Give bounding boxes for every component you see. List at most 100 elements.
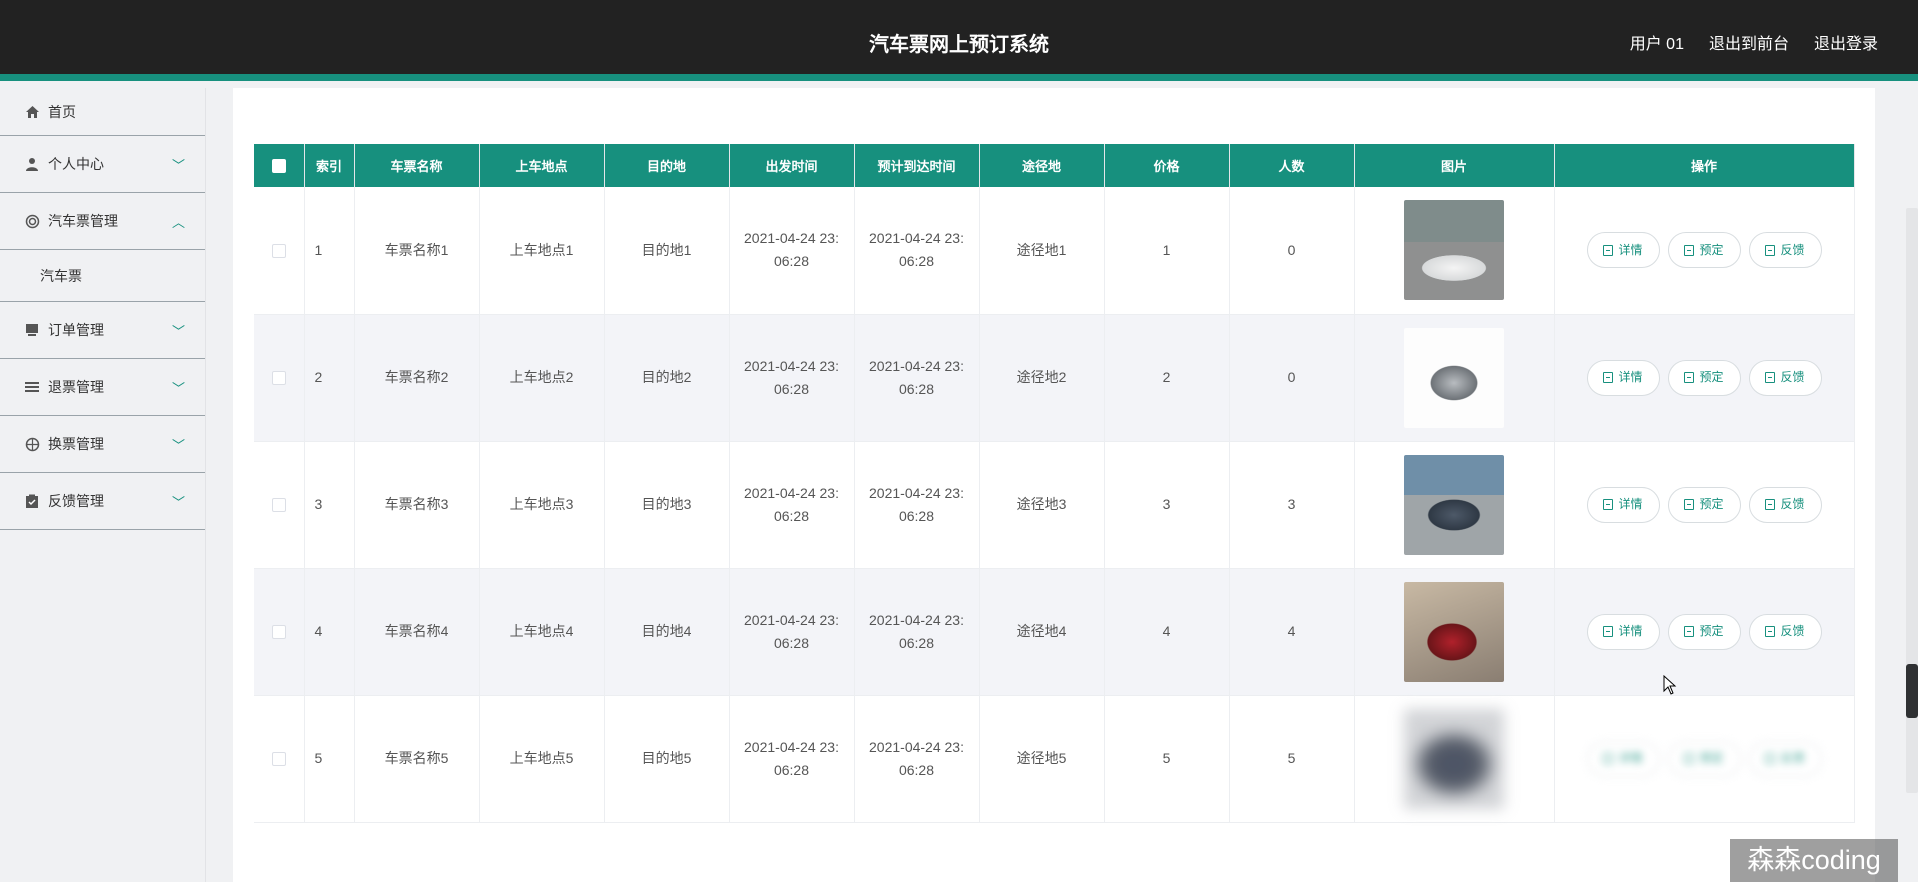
arrive-line1: 2021-04-24 23: <box>869 357 964 374</box>
sidebar-item-home[interactable]: 首页 <box>0 88 205 136</box>
detail-button[interactable]: 详情 <box>1586 232 1660 269</box>
depart-line1: 2021-04-24 23: <box>744 357 839 374</box>
cell-name: 车票名称4 <box>354 568 480 696</box>
select-all-checkbox[interactable] <box>271 159 286 174</box>
book-button[interactable]: 预定 <box>1667 359 1741 396</box>
detail-button[interactable]: 详情 <box>1586 486 1660 523</box>
header-actions: 用户 01 退出到前台 退出登录 <box>1630 30 1878 54</box>
table-row: 5 车票名称5 上车地点5 目的地5 2021-04-24 23: 06:28 2… <box>254 695 1855 823</box>
feedback-button[interactable]: 反馈 <box>1748 613 1822 650</box>
row-checkbox[interactable] <box>271 625 286 640</box>
cell-price: 1 <box>1104 187 1230 315</box>
circle-icon <box>24 213 40 229</box>
cell-count: 0 <box>1229 314 1355 442</box>
car-image[interactable] <box>1404 200 1504 301</box>
sidebar-item-exchange[interactable]: 换票管理 ﹀ <box>0 416 205 473</box>
cell-boarding: 上车地点2 <box>479 314 605 442</box>
cell-boarding: 上车地点5 <box>479 695 605 823</box>
document-icon <box>1684 499 1695 510</box>
book-button[interactable]: 预定 <box>1667 740 1741 777</box>
vertical-scrollbar[interactable] <box>1906 88 1918 882</box>
cell-via: 途径地1 <box>979 187 1105 315</box>
arrive-line2: 06:28 <box>898 253 935 270</box>
column-header: 上车地点 <box>479 144 605 187</box>
row-checkbox[interactable] <box>271 752 286 767</box>
sidebar-item-feedback[interactable]: 反馈管理 ﹀ <box>0 473 205 530</box>
cell-price: 5 <box>1104 695 1230 823</box>
car-image[interactable] <box>1404 454 1504 555</box>
column-header: 索引 <box>304 144 355 187</box>
cell-destination: 目的地4 <box>604 568 730 696</box>
sidebar-item-ticket-management[interactable]: 汽车票管理 ︿ <box>0 193 205 250</box>
book-button[interactable]: 预定 <box>1667 486 1741 523</box>
cell-name: 车票名称1 <box>354 187 480 315</box>
arrive-line2: 06:28 <box>898 380 935 397</box>
select-all-header[interactable] <box>254 144 305 187</box>
table-row: 1 车票名称1 上车地点1 目的地1 2021-04-24 23: 06:28 2… <box>254 187 1855 315</box>
cell-via: 途径地3 <box>979 441 1105 569</box>
detail-button[interactable]: 详情 <box>1586 740 1660 777</box>
cell-image <box>1354 187 1555 315</box>
feedback-button[interactable]: 反馈 <box>1748 486 1822 523</box>
column-header: 途径地 <box>979 144 1105 187</box>
book-label: 预定 <box>1699 624 1724 638</box>
car-image[interactable] <box>1404 708 1504 809</box>
depart-line2: 06:28 <box>773 253 810 270</box>
row-select-cell[interactable] <box>254 441 305 569</box>
home-icon <box>24 104 40 120</box>
cell-name: 车票名称2 <box>354 314 480 442</box>
column-header: 目的地 <box>604 144 730 187</box>
document-icon <box>1684 626 1695 637</box>
feedback-button[interactable]: 反馈 <box>1748 740 1822 777</box>
feedback-button[interactable]: 反馈 <box>1748 232 1822 269</box>
cell-actions: 详情 预定 反馈 <box>1554 568 1855 696</box>
depart-line1: 2021-04-24 23: <box>744 738 839 755</box>
cell-price: 3 <box>1104 441 1230 569</box>
sidebar-subitem-tickets[interactable]: 汽车票 <box>0 250 205 302</box>
list-icon <box>24 379 40 395</box>
row-select-cell[interactable] <box>254 695 305 823</box>
cell-index: 2 <box>304 314 355 442</box>
detail-button[interactable]: 详情 <box>1586 613 1660 650</box>
car-image[interactable] <box>1404 581 1504 682</box>
sidebar-item-refund[interactable]: 退票管理 ﹀ <box>0 359 205 416</box>
order-icon <box>24 322 40 338</box>
cell-index: 3 <box>304 441 355 569</box>
feedback-button[interactable]: 反馈 <box>1748 359 1822 396</box>
logout-link[interactable]: 退出登录 <box>1814 30 1878 54</box>
user-label[interactable]: 用户 01 <box>1630 30 1684 54</box>
row-checkbox[interactable] <box>271 371 286 386</box>
row-select-cell[interactable] <box>254 314 305 442</box>
cell-depart: 2021-04-24 23: 06:28 <box>729 695 855 823</box>
cell-depart: 2021-04-24 23: 06:28 <box>729 441 855 569</box>
floating-widget[interactable] <box>1906 664 1918 718</box>
cell-index: 1 <box>304 187 355 315</box>
book-button[interactable]: 预定 <box>1667 613 1741 650</box>
row-select-cell[interactable] <box>254 568 305 696</box>
cell-actions: 详情 预定 反馈 <box>1554 187 1855 315</box>
arrive-line1: 2021-04-24 23: <box>869 738 964 755</box>
sidebar-item-personal[interactable]: 个人中心 ﹀ <box>0 136 205 193</box>
row-select-cell[interactable] <box>254 187 305 315</box>
sidebar-item-label: 汽车票管理 <box>48 213 118 229</box>
car-image[interactable] <box>1404 327 1504 428</box>
chevron-down-icon: ﹀ <box>171 324 185 339</box>
row-checkbox[interactable] <box>271 244 286 259</box>
back-to-frontend-link[interactable]: 退出到前台 <box>1709 30 1789 54</box>
book-button[interactable]: 预定 <box>1667 232 1741 269</box>
column-header: 图片 <box>1354 144 1555 187</box>
row-checkbox[interactable] <box>271 498 286 513</box>
watermark: 森森coding <box>1730 839 1898 882</box>
column-header: 人数 <box>1229 144 1355 187</box>
user-icon <box>24 156 40 172</box>
feedback-label: 反馈 <box>1780 242 1805 257</box>
sidebar-item-orders[interactable]: 订单管理 ﹀ <box>0 302 205 359</box>
document-icon <box>1603 244 1614 256</box>
detail-button[interactable]: 详情 <box>1586 359 1660 396</box>
cell-destination: 目的地2 <box>604 314 730 442</box>
book-label: 预定 <box>1699 370 1724 384</box>
table-header-row: 索引 车票名称 上车地点 目的地 出发时间 预计到达时间 途径地 价格 人数 图… <box>254 144 1855 187</box>
table-row: 4 车票名称4 上车地点4 目的地4 2021-04-24 23: 06:28 2… <box>254 568 1855 696</box>
sidebar-item-label: 订单管理 <box>48 322 104 338</box>
book-label: 预定 <box>1699 242 1724 257</box>
